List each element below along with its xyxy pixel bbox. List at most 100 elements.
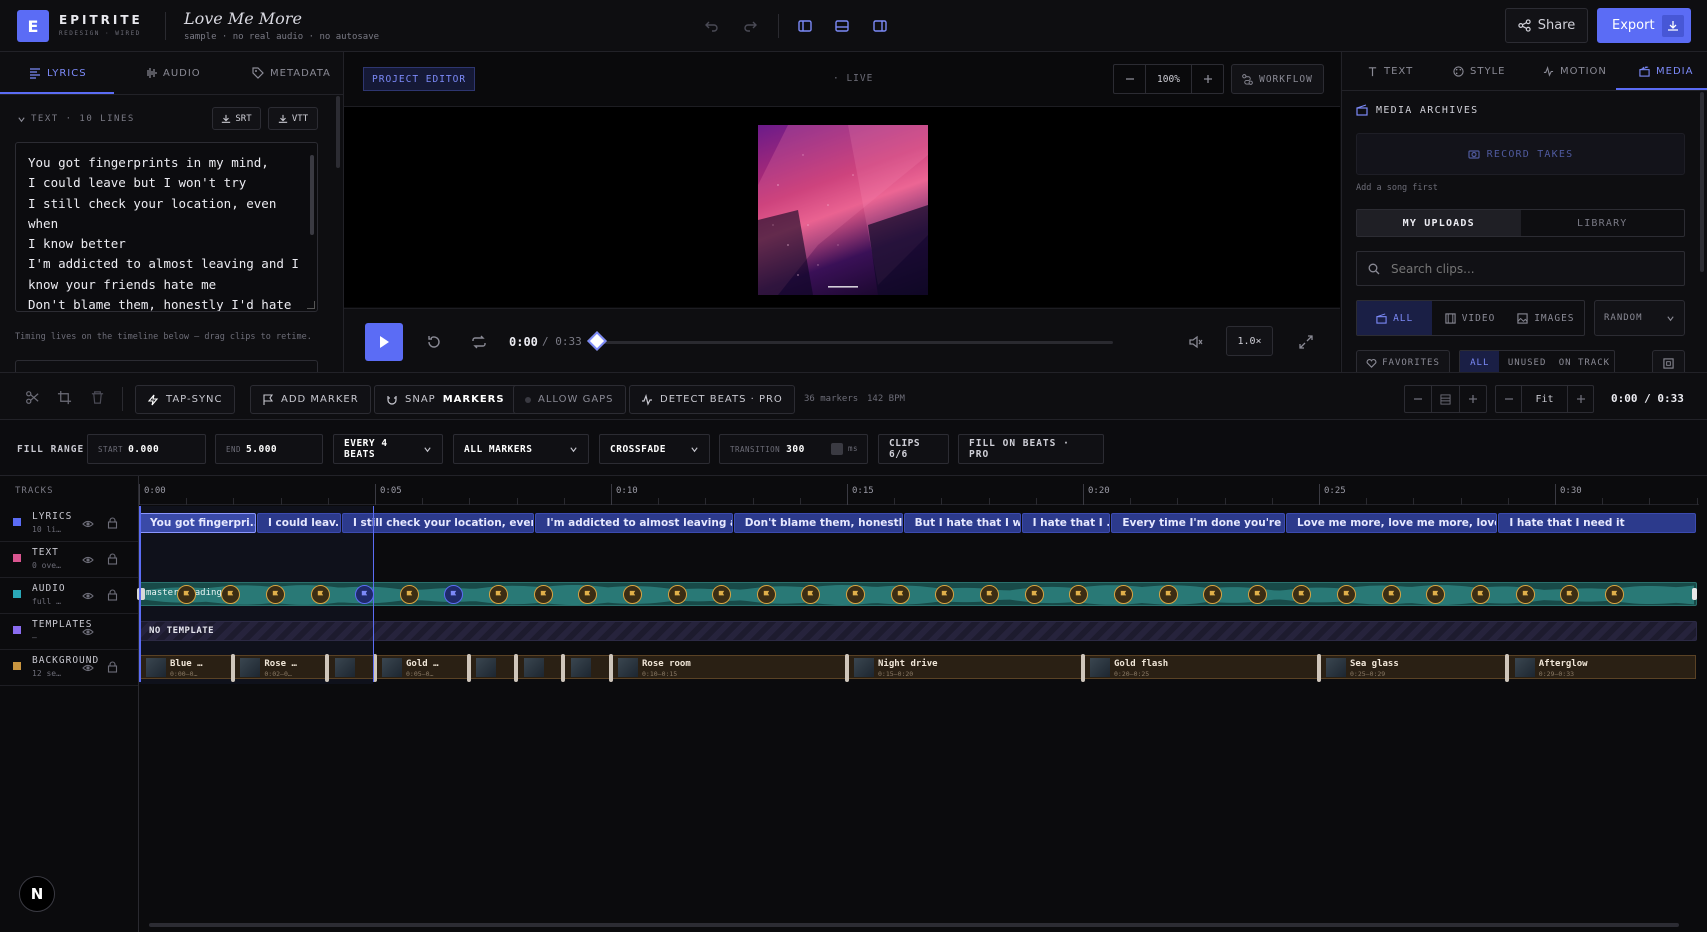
beat-marker[interactable] [1337,585,1357,604]
filter-all[interactable]: ALL [1357,301,1433,335]
clip-transition-handle[interactable] [466,654,471,682]
search-field[interactable] [1356,251,1685,286]
undo-icon[interactable] [701,15,723,37]
clip-transition-handle[interactable] [1505,654,1510,682]
clip-transition-handle[interactable] [561,654,566,682]
lock-icon[interactable] [107,553,118,565]
clip-transition-handle[interactable] [514,654,519,682]
beat-marker[interactable] [1024,585,1044,604]
tab-my-uploads[interactable]: MY UPLOADS [1357,210,1521,236]
beat-interval-select[interactable]: EVERY 4 BEATS [333,434,443,464]
loop-icon[interactable] [468,331,490,353]
beat-marker[interactable] [1247,585,1267,604]
tab-media[interactable]: MEDIA [1639,52,1693,90]
avatar[interactable]: N [19,876,55,912]
lyric-clip[interactable]: I could leav... [257,513,341,533]
tab-motion[interactable]: MOTION [1543,52,1607,90]
panel-scrollbar[interactable] [336,96,340,168]
beat-marker[interactable] [176,585,196,604]
lyrics-textarea[interactable]: You got fingerprints in my mind, I could … [15,142,318,312]
restart-icon[interactable] [423,331,445,353]
tab-text[interactable]: TEXT [1367,52,1413,90]
transition-duration-field[interactable]: TRANSITION 300 ms [719,434,868,464]
beat-marker[interactable] [667,585,687,604]
timeline-zoom-in-button[interactable] [1567,386,1593,412]
lyric-clip[interactable]: Love me more, love me more, love m... [1285,513,1498,533]
tab-metadata[interactable]: METADATA [252,52,331,94]
beat-marker[interactable] [1470,585,1490,604]
zoom-in-button[interactable] [1191,65,1223,93]
lyric-clip[interactable]: You got fingerpri... [139,513,256,533]
clip-transition-handle[interactable] [1080,654,1085,682]
eye-icon[interactable] [82,590,94,602]
lyric-clip[interactable]: I hate that I need it [1498,513,1696,533]
marker-scope-select[interactable]: ALL MARKERS [453,434,589,464]
eye-icon[interactable] [82,626,94,638]
background-clip[interactable]: Gold flash 0:20–0:25 [1083,655,1318,679]
lyric-clip[interactable]: I still check your location, even w... [341,513,535,533]
background-clip[interactable]: Sea glass 0:25–0:29 [1319,655,1507,679]
background-clip[interactable]: Gold … 0:05–0… [375,655,469,679]
sort-select[interactable]: RANDOM [1594,300,1685,336]
workflow-button[interactable]: WORKFLOW [1231,64,1324,94]
beat-marker[interactable] [979,585,999,604]
download-icon[interactable] [1662,15,1684,37]
beat-marker[interactable] [622,585,642,604]
beat-marker[interactable] [846,585,866,604]
track-height-decrease-button[interactable] [1405,386,1431,412]
beat-marker[interactable] [399,585,419,604]
beat-marker[interactable] [1604,585,1624,604]
beat-marker[interactable] [265,585,285,604]
scrollbar-thumb[interactable] [149,923,1679,927]
share-button[interactable]: Share [1505,8,1588,43]
background-clip[interactable] [469,655,516,679]
project-title[interactable]: Love Me More [184,9,302,28]
track-header-audio[interactable]: AUDIO full … [0,578,138,614]
track-header-lyrics[interactable]: LYRICS 10 li… [0,506,138,542]
background-clip[interactable] [563,655,610,679]
background-clip[interactable]: Rose … 0:02–0… [233,655,327,679]
start-field[interactable]: START 0.000 [87,434,206,464]
transition-type-select[interactable]: CROSSFADE [599,434,710,464]
time-ruler[interactable]: 0:00 0:05 0:10 0:15 0:20 0:25 0:30 [139,476,1699,505]
tab-audio[interactable]: AUDIO [145,52,201,94]
rows-icon[interactable] [1431,386,1460,412]
lyric-clip[interactable]: Don't blame them, honestly I... [733,513,903,533]
horizontal-scrollbar[interactable] [139,922,1699,928]
beat-marker[interactable] [890,585,910,604]
eye-icon[interactable] [82,518,94,530]
stepper-icon[interactable] [831,443,843,455]
lyric-clip[interactable]: I hate that I ... [1021,513,1111,533]
clip-transition-handle[interactable] [608,654,613,682]
trash-icon[interactable] [86,386,108,408]
detect-beats-button[interactable]: DETECT BEATS · PRO [629,385,795,414]
track-header-text[interactable]: TEXT 0 ove… [0,542,138,578]
clip-transition-handle[interactable] [230,654,235,682]
beat-marker[interactable] [1515,585,1535,604]
add-marker-button[interactable]: ADD MARKER [250,385,371,414]
beat-marker[interactable] [533,585,553,604]
lyric-clip[interactable]: But I hate that I w... [903,513,1021,533]
background-clip[interactable]: Rose room 0:10–0:15 [611,655,846,679]
track-header-background[interactable]: BACKGROUND 12 se… [0,650,138,686]
eye-icon[interactable] [82,554,94,566]
playback-speed-button[interactable]: 1.0× [1226,326,1273,356]
end-field[interactable]: END 5.000 [215,434,323,464]
toggle-right-panel-icon[interactable] [869,15,891,37]
app-logo[interactable]: E [17,10,49,42]
beat-marker[interactable] [489,585,509,604]
crop-icon[interactable] [53,386,75,408]
fullscreen-icon[interactable] [1295,331,1317,353]
export-vtt-button[interactable]: VTT [268,107,318,130]
tab-library[interactable]: LIBRARY [1521,210,1685,236]
filter-video[interactable]: VIDEO [1432,301,1507,335]
record-takes-button[interactable]: RECORD TAKES [1356,133,1685,175]
lock-icon[interactable] [107,517,118,529]
playhead[interactable] [139,506,141,682]
background-clip[interactable]: Blue … 0:00–0… [139,655,233,679]
track-height-increase-button[interactable] [1460,386,1486,412]
resize-handle-icon[interactable] [307,301,315,309]
redo-icon[interactable] [739,15,761,37]
background-clip[interactable] [516,655,563,679]
track-header-templates[interactable]: TEMPLATES — [0,614,138,650]
